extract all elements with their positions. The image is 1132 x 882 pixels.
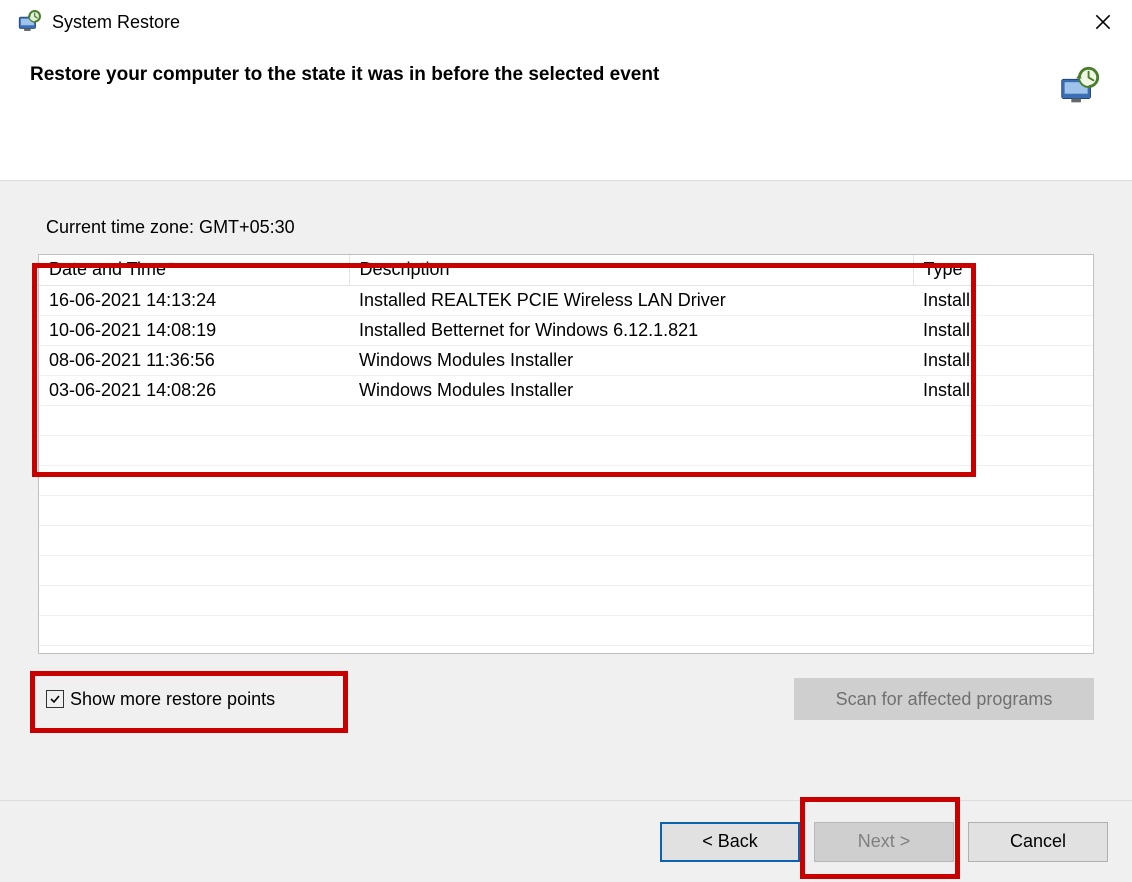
restore-points-table[interactable]: Date and Time▾ Description Type 16-06-20… xyxy=(38,254,1094,654)
table-row-empty xyxy=(39,585,1093,615)
system-restore-window: System Restore Restore your computer to … xyxy=(0,0,1132,882)
table-row-empty xyxy=(39,555,1093,585)
table-cell: Windows Modules Installer xyxy=(349,345,913,375)
table-row[interactable]: 08-06-2021 11:36:56Windows Modules Insta… xyxy=(39,345,1093,375)
column-header-date-label: Date and Time xyxy=(49,259,166,279)
next-button: Next > xyxy=(814,822,954,862)
header-area: Restore your computer to the state it wa… xyxy=(0,44,1132,120)
table-row-empty xyxy=(39,525,1093,555)
cancel-button[interactable]: Cancel xyxy=(968,822,1108,862)
table-cell: Install xyxy=(913,375,1093,405)
sort-indicator-icon: ▾ xyxy=(168,260,173,271)
show-more-checkbox-area[interactable]: Show more restore points xyxy=(38,683,283,716)
table-row-empty xyxy=(39,615,1093,645)
table-cell: Install xyxy=(913,315,1093,345)
table-row[interactable]: 10-06-2021 14:08:19Installed Betternet f… xyxy=(39,315,1093,345)
show-more-checkbox-label: Show more restore points xyxy=(70,689,275,710)
column-header-type[interactable]: Type xyxy=(913,255,1093,285)
table-cell: 10-06-2021 14:08:19 xyxy=(39,315,349,345)
column-header-description[interactable]: Description xyxy=(349,255,913,285)
table-cell: 16-06-2021 14:13:24 xyxy=(39,285,349,315)
table-cell: Installed Betternet for Windows 6.12.1.8… xyxy=(349,315,913,345)
system-restore-icon xyxy=(16,9,42,35)
window-title: System Restore xyxy=(52,12,1074,33)
table-cell: Windows Modules Installer xyxy=(349,375,913,405)
column-header-date[interactable]: Date and Time▾ xyxy=(39,255,349,285)
table-cell: Installed REALTEK PCIE Wireless LAN Driv… xyxy=(349,285,913,315)
table-row-empty xyxy=(39,435,1093,465)
timezone-label: Current time zone: GMT+05:30 xyxy=(38,217,1094,238)
table-header-row: Date and Time▾ Description Type xyxy=(39,255,1093,285)
wizard-footer: < Back Next > Cancel xyxy=(0,800,1132,882)
table-cell: Install xyxy=(913,345,1093,375)
content-area: Current time zone: GMT+05:30 Date and Ti… xyxy=(0,180,1132,800)
table-cell: 08-06-2021 11:36:56 xyxy=(39,345,349,375)
scan-affected-programs-button: Scan for affected programs xyxy=(794,678,1094,720)
table-row[interactable]: 03-06-2021 14:08:26Windows Modules Insta… xyxy=(39,375,1093,405)
table-row[interactable]: 16-06-2021 14:13:24Installed REALTEK PCI… xyxy=(39,285,1093,315)
system-restore-large-icon xyxy=(1056,64,1102,110)
titlebar: System Restore xyxy=(0,0,1132,44)
page-heading: Restore your computer to the state it wa… xyxy=(30,64,1046,86)
table-row-empty xyxy=(39,495,1093,525)
below-table-row: Show more restore points Scan for affect… xyxy=(38,678,1094,720)
table-row-empty xyxy=(39,465,1093,495)
show-more-checkbox[interactable] xyxy=(46,690,64,708)
table-row-empty xyxy=(39,405,1093,435)
table-cell: Install xyxy=(913,285,1093,315)
table-cell: 03-06-2021 14:08:26 xyxy=(39,375,349,405)
back-button[interactable]: < Back xyxy=(660,822,800,862)
close-button[interactable] xyxy=(1074,2,1132,42)
